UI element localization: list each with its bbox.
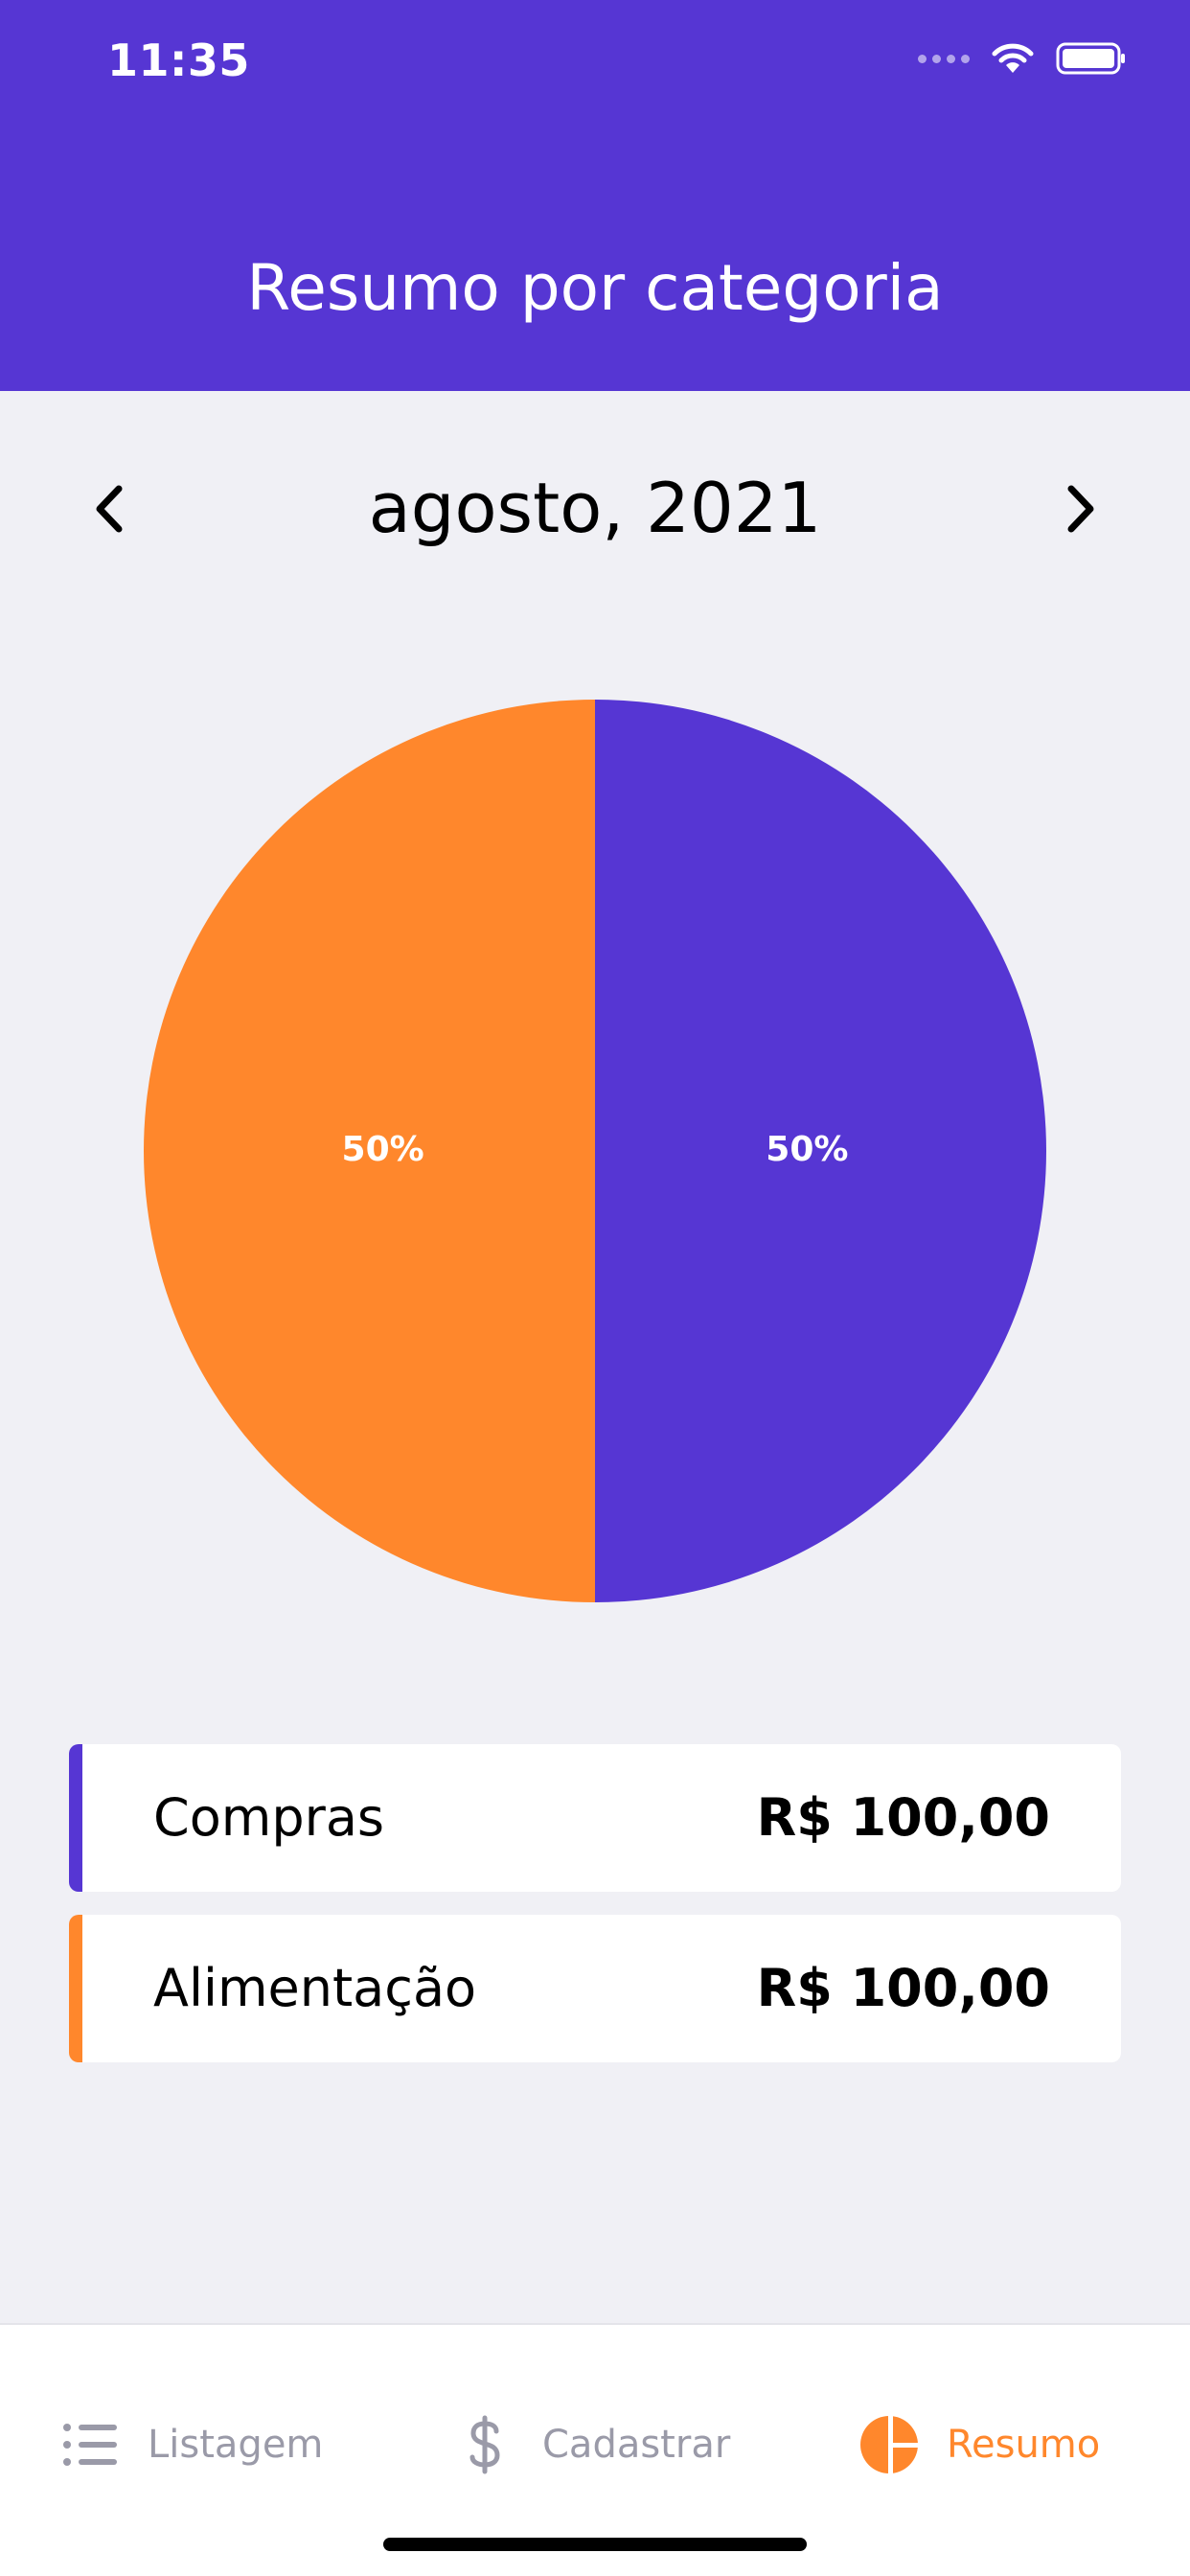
category-name: Alimentação	[153, 1958, 477, 2018]
category-card-alimentacao: Alimentação R$ 100,00	[69, 1915, 1121, 2062]
pie-slice-label-1: 50%	[342, 1130, 424, 1169]
category-color-bar	[69, 1744, 82, 1892]
next-month-button[interactable]	[1046, 475, 1113, 542]
tab-label: Resumo	[947, 2423, 1101, 2467]
category-amount: R$ 100,00	[756, 1958, 1050, 2018]
dollar-sign-icon	[469, 2415, 500, 2474]
status-time: 11:35	[107, 34, 250, 86]
tab-listagem[interactable]: Listagem	[59, 2402, 323, 2488]
tab-resumo[interactable]: Resumo	[858, 2402, 1100, 2488]
page-title: Resumo por categoria	[246, 251, 944, 325]
chevron-right-icon	[1067, 485, 1094, 533]
category-amount: R$ 100,00	[756, 1787, 1050, 1848]
category-color-bar	[69, 1915, 82, 2062]
pie-slice-label-0: 50%	[766, 1130, 848, 1169]
pie-chart-svg: 50% 50%	[144, 700, 1046, 1602]
tab-label: Cadastrar	[542, 2423, 731, 2467]
category-list: Compras R$ 100,00 Alimentação R$ 100,00	[69, 1744, 1121, 2085]
home-indicator	[383, 2538, 807, 2551]
month-selector: agosto, 2021	[0, 458, 1190, 564]
month-label: agosto, 2021	[368, 468, 822, 548]
battery-icon	[1056, 42, 1125, 75]
tab-cadastrar[interactable]: Cadastrar	[454, 2402, 730, 2488]
list-icon	[63, 2424, 117, 2466]
category-name: Compras	[153, 1787, 385, 1848]
category-card-compras: Compras R$ 100,00	[69, 1744, 1121, 1892]
resumo-screen: 11:35 Resumo por categoria agosto, 2021 …	[0, 0, 1190, 2576]
wifi-icon	[992, 43, 1034, 73]
tab-label: Listagem	[148, 2423, 324, 2467]
category-pie-chart: 50% 50%	[144, 700, 1046, 1602]
signal-icon	[918, 54, 970, 63]
pie-chart-icon	[860, 2416, 919, 2473]
app-header: 11:35 Resumo por categoria	[0, 0, 1190, 391]
status-icons	[918, 42, 1127, 75]
